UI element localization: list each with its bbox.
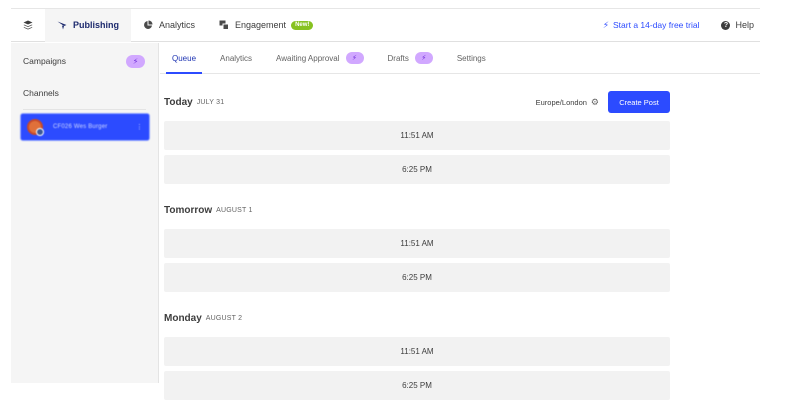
queue-slot[interactable]: 11:51 AM: [164, 337, 670, 366]
tab-analytics[interactable]: Analytics: [208, 43, 264, 73]
day-name: Tomorrow: [164, 204, 213, 216]
sidebar-divider: [23, 109, 146, 110]
day-header: Today JULY 31 Europe/London ⚙ Create Pos…: [164, 88, 670, 116]
day-date: AUGUST 2: [205, 314, 243, 322]
sidebar-item-channels[interactable]: Channels: [11, 77, 158, 109]
tab-settings-label: Settings: [456, 53, 486, 63]
trial-label: Start a 14-day free trial: [613, 20, 700, 30]
top-navigation: Publishing Analytics Engagement New! ⚡ S…: [11, 8, 760, 42]
queue-slot[interactable]: 11:51 AM: [164, 121, 670, 150]
day-group: Tomorrow AUGUST 1 11:51 AM 6:25 PM: [164, 196, 670, 292]
engagement-icon: [219, 20, 230, 30]
tab-analytics-label: Analytics: [220, 53, 253, 63]
timezone-label: Europe/London: [535, 97, 587, 107]
nav-engagement[interactable]: Engagement New!: [207, 9, 325, 42]
day-header: Tomorrow AUGUST 1: [164, 196, 670, 224]
analytics-pie-icon: [143, 20, 153, 30]
channel-options-icon[interactable]: ⋮: [136, 123, 143, 131]
day-date: AUGUST 1: [216, 206, 253, 214]
day-group: Monday AUGUST 2 11:51 AM 6:25 PM: [164, 304, 670, 400]
day-header: Monday AUGUST 2: [164, 304, 670, 332]
channel-item-selected[interactable]: CF026 Wes Burger ⋮: [20, 113, 150, 141]
channels-label: Channels: [23, 88, 59, 98]
nav-analytics-label: Analytics: [159, 20, 196, 30]
day-name: Today: [164, 96, 193, 108]
tab-settings[interactable]: Settings: [445, 43, 498, 73]
channel-avatar: [27, 119, 44, 136]
tab-queue-label: Queue: [172, 53, 197, 63]
queue-slot[interactable]: 6:25 PM: [164, 155, 670, 184]
queue-slot[interactable]: 6:25 PM: [164, 371, 670, 400]
help-icon: ?: [721, 20, 731, 30]
nav-engagement-label: Engagement: [235, 20, 287, 30]
nav-publishing-label: Publishing: [73, 20, 119, 30]
tab-awaiting-approval-label: Awaiting Approval: [276, 53, 340, 63]
upgrade-bolt-icon: ⚡: [345, 52, 364, 64]
timezone-setting[interactable]: Europe/London ⚙: [536, 97, 599, 108]
lightning-bolt-icon: ⚡: [602, 19, 610, 30]
post-queue: Today JULY 31 Europe/London ⚙ Create Pos…: [164, 88, 670, 400]
upgrade-bolt-icon: ⚡: [126, 54, 145, 68]
buffer-logo-icon[interactable]: [11, 9, 45, 42]
sidebar: Campaigns ⚡ Channels CF026 Wes Burger ⋮: [11, 43, 159, 383]
day-name: Monday: [164, 312, 202, 324]
channel-name: CF026 Wes Burger: [53, 124, 108, 130]
tab-awaiting-approval[interactable]: Awaiting Approval ⚡: [264, 43, 375, 73]
nav-analytics[interactable]: Analytics: [131, 9, 207, 42]
start-trial-link[interactable]: ⚡ Start a 14-day free trial: [603, 20, 700, 31]
help-button[interactable]: ? Help: [721, 20, 754, 30]
queue-slot[interactable]: 6:25 PM: [164, 263, 670, 292]
queue-slot[interactable]: 11:51 AM: [164, 229, 670, 258]
help-label: Help: [735, 20, 754, 30]
day-group: Today JULY 31 Europe/London ⚙ Create Pos…: [164, 88, 670, 184]
upgrade-bolt-icon: ⚡: [414, 52, 433, 64]
tab-drafts[interactable]: Drafts ⚡: [376, 43, 445, 73]
sidebar-item-campaigns[interactable]: Campaigns ⚡: [11, 45, 158, 77]
publishing-tabs: Queue Analytics Awaiting Approval ⚡ Draf…: [160, 43, 760, 74]
publishing-icon: [57, 20, 67, 30]
new-badge: New!: [291, 20, 314, 30]
nav-publishing[interactable]: Publishing: [45, 8, 131, 42]
day-date: JULY 31: [196, 98, 225, 106]
campaigns-label: Campaigns: [23, 56, 66, 66]
gear-icon[interactable]: ⚙: [591, 97, 599, 108]
create-post-button[interactable]: Create Post: [608, 91, 670, 113]
tab-queue[interactable]: Queue: [160, 43, 208, 74]
tab-drafts-label: Drafts: [387, 53, 409, 63]
